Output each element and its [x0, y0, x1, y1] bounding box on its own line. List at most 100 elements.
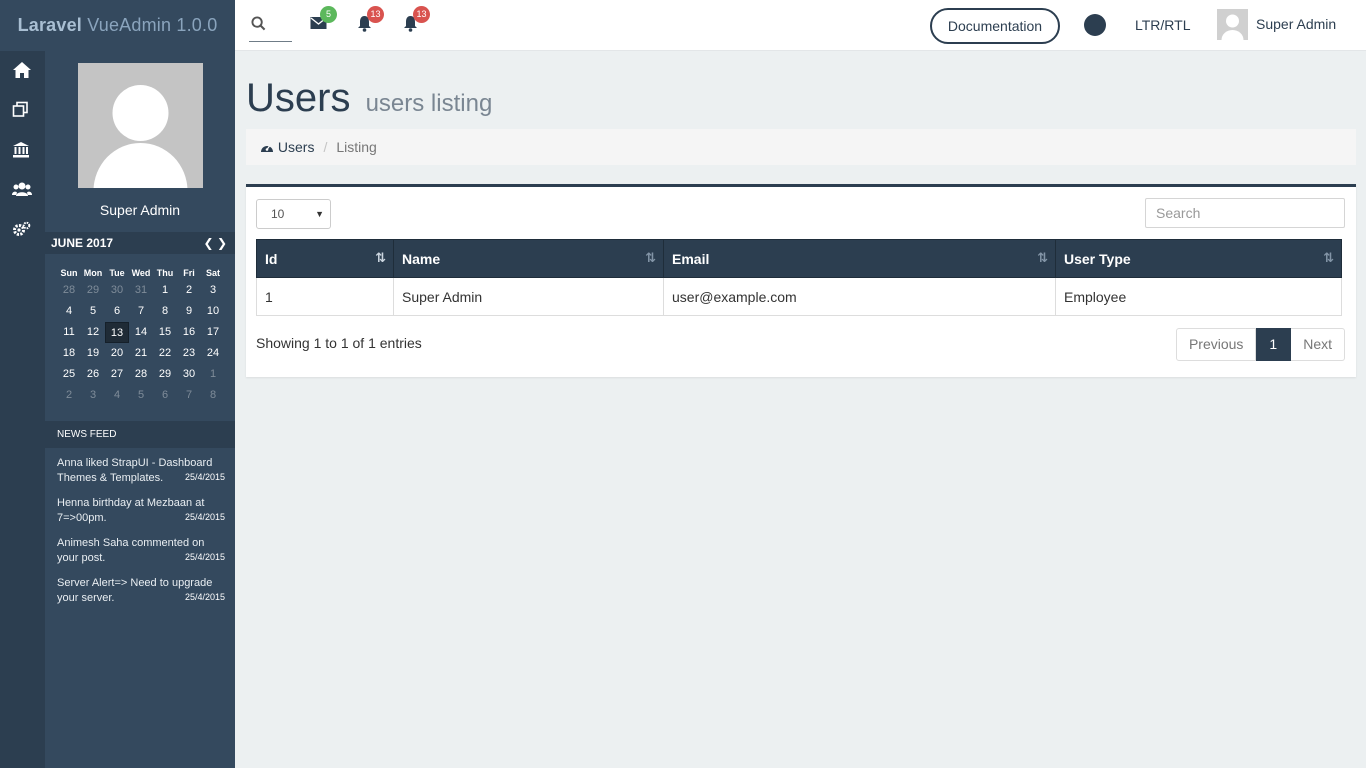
copy-icon: [12, 101, 28, 117]
calendar-day[interactable]: 24: [201, 343, 225, 364]
sort-icon: ⇅: [1323, 250, 1334, 265]
user-silhouette-icon: [78, 63, 203, 188]
news-feed-item[interactable]: Animesh Saha commented on your post. 25/4…: [57, 536, 225, 576]
calendar-day[interactable]: 5: [129, 385, 153, 406]
header-search[interactable]: [249, 8, 292, 42]
calendar-day[interactable]: 4: [105, 385, 129, 406]
top-navbar: 5 13 13 Documentation LTR/RTL Super Admi…: [235, 0, 1366, 51]
calendar-day[interactable]: 15: [153, 322, 177, 343]
calendar-day[interactable]: 26: [81, 364, 105, 385]
calendar-week-row: 11 12 13 14 15 16 17: [57, 322, 225, 343]
calendar-grid: Sun Mon Tue Wed Thu Fri Sat 28 29 30 31 1 2 3 4 5 6 7 8 9 10…: [57, 266, 225, 406]
theme-toggle[interactable]: [1084, 14, 1106, 36]
cell-id: 1: [256, 277, 394, 316]
news-feed-list: Anna liked StrapUI - Dashboard Themes & …: [57, 456, 225, 616]
breadcrumb: Users / Listing: [246, 129, 1356, 165]
nav-pages[interactable]: [12, 101, 33, 122]
notifications-button[interactable]: 13: [357, 6, 384, 35]
calendar-day[interactable]: 8: [153, 301, 177, 322]
documentation-button[interactable]: Documentation: [930, 8, 1060, 44]
pagination-previous[interactable]: Previous: [1175, 328, 1257, 361]
calendar-day[interactable]: 29: [153, 364, 177, 385]
news-feed-item[interactable]: Anna liked StrapUI - Dashboard Themes & …: [57, 456, 225, 496]
calendar-day[interactable]: 22: [153, 343, 177, 364]
calendar-day[interactable]: 3: [81, 385, 105, 406]
user-menu-name: Super Admin: [1256, 16, 1337, 32]
news-feed-title: NEWS FEED: [45, 421, 235, 448]
calendar-day[interactable]: 6: [153, 385, 177, 406]
calendar-day[interactable]: 6: [105, 301, 129, 322]
users-icon: [12, 182, 32, 196]
nav-settings[interactable]: [12, 221, 33, 242]
column-header-label: Email: [672, 250, 710, 267]
column-header-name[interactable]: Name ⇅: [393, 239, 664, 278]
calendar-day[interactable]: 5: [81, 301, 105, 322]
calendar-day[interactable]: 19: [81, 343, 105, 364]
users-table-panel: 10 ▼ Id ⇅ Name ⇅ Email ⇅ User Type ⇅ 1 Super …: [246, 184, 1356, 377]
page-size-select[interactable]: 10 ▼: [256, 199, 331, 229]
breadcrumb-home-link[interactable]: Users: [278, 139, 315, 155]
calendar-day[interactable]: 23: [177, 343, 201, 364]
calendar-day[interactable]: 7: [177, 385, 201, 406]
calendar-day[interactable]: 29: [81, 280, 105, 301]
calendar-week-row: 2345678: [57, 385, 225, 406]
nav-users[interactable]: [12, 181, 33, 202]
calendar-day[interactable]: 2: [177, 280, 201, 301]
dashboard-icon: [261, 145, 273, 152]
caret-down-icon: ▼: [315, 209, 324, 219]
calendar-day[interactable]: 28: [129, 364, 153, 385]
calendar-day[interactable]: 1: [201, 364, 225, 385]
calendar-day[interactable]: 10: [201, 301, 225, 322]
calendar-day[interactable]: 30: [105, 280, 129, 301]
news-feed-item[interactable]: Server Alert=> Need to upgrade your serv…: [57, 576, 225, 616]
calendar-day[interactable]: 30: [177, 364, 201, 385]
calendar-day[interactable]: 16: [177, 322, 201, 343]
calendar-day[interactable]: 7: [129, 301, 153, 322]
chevron-left-icon[interactable]: ❮: [204, 236, 214, 250]
column-header-email[interactable]: Email ⇅: [663, 239, 1056, 278]
ltr-rtl-toggle[interactable]: LTR/RTL: [1135, 17, 1191, 33]
calendar-day[interactable]: 21: [129, 343, 153, 364]
alerts-button[interactable]: 13: [403, 6, 430, 35]
calendar-header: JUNE 2017 ❮ ❯: [45, 232, 235, 254]
calendar-day[interactable]: 17: [201, 322, 225, 343]
sort-icon: ⇅: [1037, 250, 1048, 265]
calendar-day[interactable]: 13: [105, 322, 129, 343]
mail-button[interactable]: 5: [310, 6, 337, 35]
table-row[interactable]: 1 Super Admin user@example.com Employee: [256, 277, 1342, 316]
calendar-day[interactable]: 1: [153, 280, 177, 301]
calendar-day[interactable]: 28: [57, 280, 81, 301]
brand-logo[interactable]: Laravel VueAdmin 1.0.0: [0, 0, 235, 51]
column-header-label: User Type: [1064, 250, 1131, 267]
calendar-day[interactable]: 31: [129, 280, 153, 301]
sort-icon: ⇅: [645, 250, 656, 265]
calendar-day[interactable]: 18: [57, 343, 81, 364]
calendar-day[interactable]: 20: [105, 343, 129, 364]
calendar-day[interactable]: 25: [57, 364, 81, 385]
user-silhouette-icon: [1217, 9, 1248, 40]
page-size-value: 10: [271, 207, 285, 221]
column-header-id[interactable]: Id ⇅: [256, 239, 394, 278]
calendar-day[interactable]: 4: [57, 301, 81, 322]
calendar-day[interactable]: 8: [201, 385, 225, 406]
news-feed-item[interactable]: Henna birthday at Mezbaan at 7=>00pm. 25/…: [57, 496, 225, 536]
pagination-page[interactable]: 1: [1256, 328, 1292, 361]
column-header-label: Name: [402, 250, 441, 267]
pagination-next[interactable]: Next: [1291, 328, 1345, 361]
chevron-right-icon[interactable]: ❯: [217, 236, 227, 250]
calendar-day[interactable]: 12: [81, 322, 105, 343]
brand-version-text: VueAdmin 1.0.0: [82, 15, 218, 35]
calendar-day[interactable]: 11: [57, 322, 81, 343]
calendar-day[interactable]: 3: [201, 280, 225, 301]
breadcrumb-current: Listing: [336, 139, 377, 155]
table-search-input[interactable]: [1145, 198, 1345, 228]
calendar-day[interactable]: 27: [105, 364, 129, 385]
cell-name: Super Admin: [393, 277, 664, 316]
calendar-day[interactable]: 9: [177, 301, 201, 322]
nav-institution[interactable]: [12, 141, 33, 162]
calendar-day[interactable]: 2: [57, 385, 81, 406]
calendar-day[interactable]: 14: [129, 322, 153, 343]
news-feed-date: 25/4/2015: [184, 552, 225, 562]
column-header-user-type[interactable]: User Type ⇅: [1055, 239, 1342, 278]
nav-home[interactable]: [12, 61, 33, 82]
